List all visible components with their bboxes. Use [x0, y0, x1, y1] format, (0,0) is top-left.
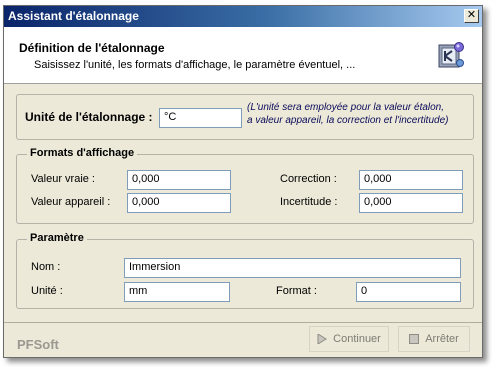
dialog-window: Assistant d'étalonnage ✕ Définition de l…: [3, 5, 483, 358]
valeur-vraie-label: Valeur vraie :: [31, 173, 95, 185]
unit-note: (L'unité sera employée pour la valeur ét…: [247, 101, 472, 127]
window-title: Assistant d'étalonnage: [8, 9, 139, 23]
close-button[interactable]: ✕: [464, 9, 479, 23]
continue-button[interactable]: Continuer: [309, 326, 389, 352]
formats-legend: Formats d'affichage: [27, 147, 138, 159]
play-icon: [317, 334, 328, 344]
formats-group: Formats d'affichage Valeur vraie : 0,000…: [16, 147, 474, 224]
unit-input[interactable]: °C: [159, 108, 242, 128]
header-title: Définition de l'étalonnage: [19, 41, 165, 55]
parametre-group: Paramètre Nom : Immersion Unité : mm For…: [16, 232, 474, 309]
format-input[interactable]: 0: [356, 282, 461, 302]
unite-input[interactable]: mm: [124, 282, 230, 302]
stop-icon: [409, 334, 420, 344]
stop-label: Arrêter: [425, 333, 459, 345]
footer-separator: [4, 322, 482, 323]
brand-label: PFSoft: [17, 337, 59, 352]
valeur-appareil-input[interactable]: 0,000: [127, 193, 231, 213]
wizard-icon: [438, 42, 464, 68]
incertitude-input[interactable]: 0,000: [359, 193, 463, 213]
unit-note-line1: (L'unité sera employée pour la valeur ét…: [247, 102, 445, 113]
wizard-header: Définition de l'étalonnage Saisissez l'u…: [4, 27, 482, 84]
incertitude-label: Incertitude :: [280, 196, 338, 208]
correction-input[interactable]: 0,000: [359, 170, 463, 190]
format-label: Format :: [276, 285, 317, 297]
valeur-appareil-label: Valeur appareil :: [31, 196, 111, 208]
nom-label: Nom :: [31, 261, 61, 273]
stop-button[interactable]: Arrêter: [398, 326, 470, 352]
unit-group: Unité de l'étalonnage : °C (L'unité sera…: [16, 94, 474, 140]
parametre-legend: Paramètre: [27, 232, 87, 244]
continue-label: Continuer: [333, 333, 381, 345]
unite-label: Unité :: [31, 285, 63, 297]
valeur-vraie-input[interactable]: 0,000: [127, 170, 231, 190]
unit-note-line2: a valeur appareil, la correction et l'in…: [247, 115, 449, 126]
unit-label: Unité de l'étalonnage :: [25, 110, 153, 124]
header-subtitle: Saisissez l'unité, les formats d'afficha…: [34, 59, 356, 71]
title-bar[interactable]: Assistant d'étalonnage ✕: [4, 6, 482, 27]
nom-input[interactable]: Immersion: [124, 258, 461, 278]
correction-label: Correction :: [280, 173, 337, 185]
